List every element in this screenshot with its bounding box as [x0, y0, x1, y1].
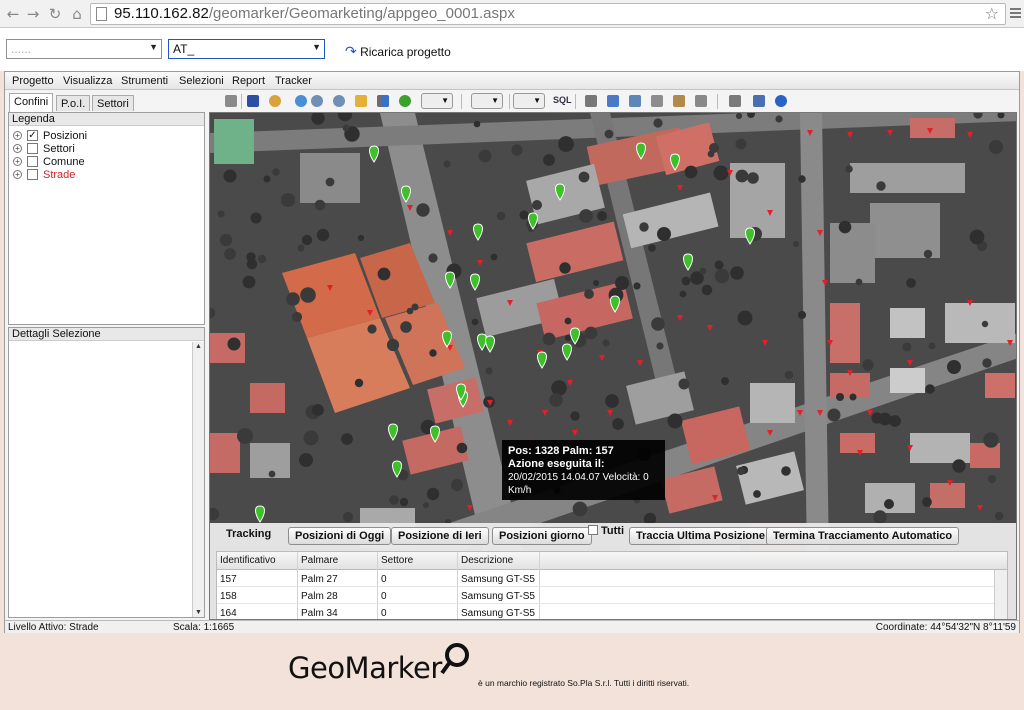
tab-confini[interactable]: Confini — [9, 93, 54, 112]
col-settore[interactable]: Settore — [381, 555, 413, 566]
reload-icon[interactable]: ↻ — [46, 5, 64, 23]
map-toolbar: ▼ ▼ ▼ SQL — [209, 91, 1019, 112]
layer-select[interactable]: AT_ ▼ — [168, 39, 325, 59]
layers-icon[interactable] — [269, 95, 281, 107]
layer-checkbox[interactable] — [27, 143, 38, 154]
url-text: 95.110.162.82/geomarker/Geomarketing/app… — [114, 5, 515, 22]
left-panel: Confini P.o.I. Settori Legenda + ✓ Posiz… — [5, 91, 207, 620]
help-icon[interactable] — [775, 95, 787, 107]
tab-poi[interactable]: P.o.I. — [56, 95, 91, 111]
scale-status: Scala: 1:1665 — [173, 622, 235, 633]
table-icon[interactable] — [629, 95, 641, 107]
browser-toolbar: ← → ↻ ⌂ 95.110.162.82/geomarker/Geomarke… — [0, 0, 1024, 28]
menu-report[interactable]: Report — [232, 75, 265, 87]
sql-button[interactable]: SQL — [553, 95, 572, 105]
settings-icon[interactable] — [753, 95, 765, 107]
table-header: Identificativo Palmare Settore Descrizio… — [217, 552, 1007, 570]
pin-tool-icon[interactable] — [585, 95, 597, 107]
pin2-tool-icon[interactable] — [695, 95, 707, 107]
address-bar[interactable]: 95.110.162.82/geomarker/Geomarketing/app… — [90, 3, 1006, 25]
refresh-map-icon[interactable] — [399, 95, 411, 107]
expand-icon[interactable]: + — [13, 170, 22, 179]
selection-dropdown[interactable]: ▼ — [513, 93, 545, 109]
tracking-panel: Tracking Posizioni di Oggi Posizione di … — [210, 523, 1016, 619]
menu-tracker[interactable]: Tracker — [275, 75, 312, 87]
menu-visualizza[interactable]: Visualizza — [63, 75, 112, 87]
measure-dropdown[interactable]: ▼ — [471, 93, 503, 109]
browser-menu-icon[interactable] — [1010, 8, 1021, 19]
geomarker-logo-text: GeoMarker — [288, 651, 442, 685]
posizioni-giorno-button[interactable]: Posizioni giorno — [492, 527, 592, 545]
layer-checkbox[interactable]: ✓ — [27, 130, 38, 141]
refresh-icon: ↷ — [345, 44, 357, 60]
tutti-checkbox[interactable]: Tutti — [588, 525, 624, 537]
print-map-icon[interactable] — [651, 95, 663, 107]
save-icon[interactable] — [247, 95, 259, 107]
map-view[interactable]: Pos: 1328 Palm: 157 Azione eseguita il: … — [209, 112, 1017, 620]
active-layer-status: Livello Attivo: Strade — [8, 622, 99, 633]
col-descrizione[interactable]: Descrizione — [461, 555, 513, 566]
bookmark-star-icon[interactable]: ☆ — [985, 4, 999, 23]
map-pin-logo-icon — [440, 643, 469, 675]
expand-icon[interactable]: + — [13, 131, 22, 140]
expand-icon[interactable]: + — [13, 144, 22, 153]
detail-panel: Dettagli Selezione ▲ ▼ — [8, 327, 205, 618]
traccia-ultima-button[interactable]: Traccia Ultima Posizione — [629, 527, 772, 545]
project-select[interactable]: ...... ▼ — [6, 39, 162, 59]
menu-strumenti[interactable]: Strumenti — [121, 75, 168, 87]
printer-icon[interactable] — [729, 95, 741, 107]
zoom-out-icon[interactable] — [333, 95, 345, 107]
chevron-down-icon: ▼ — [149, 42, 158, 52]
details-title: Dettagli Selezione — [9, 328, 204, 341]
posizione-ieri-button[interactable]: Posizione di Ieri — [391, 527, 489, 545]
posizioni-oggi-button[interactable]: Posizioni di Oggi — [288, 527, 392, 545]
legend-panel: Legenda + ✓ Posizioni + Settori + Comune… — [8, 112, 205, 325]
status-bar: Livello Attivo: Strade Scala: 1:1665 Coo… — [5, 620, 1019, 633]
expand-icon[interactable]: + — [13, 157, 22, 166]
tab-settori[interactable]: Settori — [92, 95, 134, 111]
back-arrow-icon[interactable]: ← — [4, 5, 22, 23]
globe-tool-icon[interactable] — [225, 95, 237, 107]
positions-table: Identificativo Palmare Settore Descrizio… — [216, 551, 1008, 619]
app-menubar: Progetto Visualizza Strumenti Selezioni … — [5, 72, 1019, 90]
details-scrollbar[interactable]: ▲ ▼ — [192, 342, 204, 617]
position-tooltip: Pos: 1328 Palm: 157 Azione eseguita il: … — [502, 440, 665, 500]
geomarker-app: Progetto Visualizza Strumenti Selezioni … — [4, 71, 1020, 633]
zoom-in-icon[interactable] — [311, 95, 323, 107]
termina-tracciamento-button[interactable]: Termina Tracciamento Automatico — [766, 527, 960, 545]
home-icon[interactable]: ⌂ — [68, 5, 86, 23]
globe-icon[interactable] — [295, 95, 307, 107]
forward-arrow-icon[interactable]: → — [24, 5, 42, 23]
coordinates-status: Coordinate: 44°54'32"N 8°11'59 — [875, 622, 1016, 633]
menu-progetto[interactable]: Progetto — [12, 75, 54, 87]
lock-icon[interactable] — [673, 95, 685, 107]
layer-checkbox[interactable] — [27, 156, 38, 167]
copyright-text: è un marchio registrato So.Pla S.r.l. Tu… — [478, 678, 690, 688]
layer-checkbox[interactable] — [27, 169, 38, 180]
back-icon[interactable] — [381, 95, 389, 107]
chevron-down-icon: ▼ — [312, 42, 321, 52]
export-icon[interactable] — [607, 95, 619, 107]
col-palmare[interactable]: Palmare — [301, 555, 338, 566]
pan-hand-icon[interactable] — [355, 95, 367, 107]
scroll-up-icon[interactable]: ▲ — [195, 343, 202, 350]
col-identificativo[interactable]: Identificativo — [220, 555, 276, 566]
project-bar: ...... ▼ AT_ ▼ ↷ Ricarica progetto — [0, 28, 1024, 71]
table-scrollbar[interactable] — [994, 570, 1007, 619]
scroll-down-icon[interactable]: ▼ — [195, 609, 202, 616]
page-icon — [96, 7, 107, 21]
legend-title: Legenda — [9, 113, 204, 126]
reload-project-button[interactable]: ↷ Ricarica progetto — [345, 44, 451, 60]
basemap-dropdown[interactable]: ▼ — [421, 93, 453, 109]
tutti-checkbox-box[interactable] — [588, 525, 598, 535]
menu-selezioni[interactable]: Selezioni — [179, 75, 224, 87]
tracking-label: Tracking — [226, 528, 272, 540]
